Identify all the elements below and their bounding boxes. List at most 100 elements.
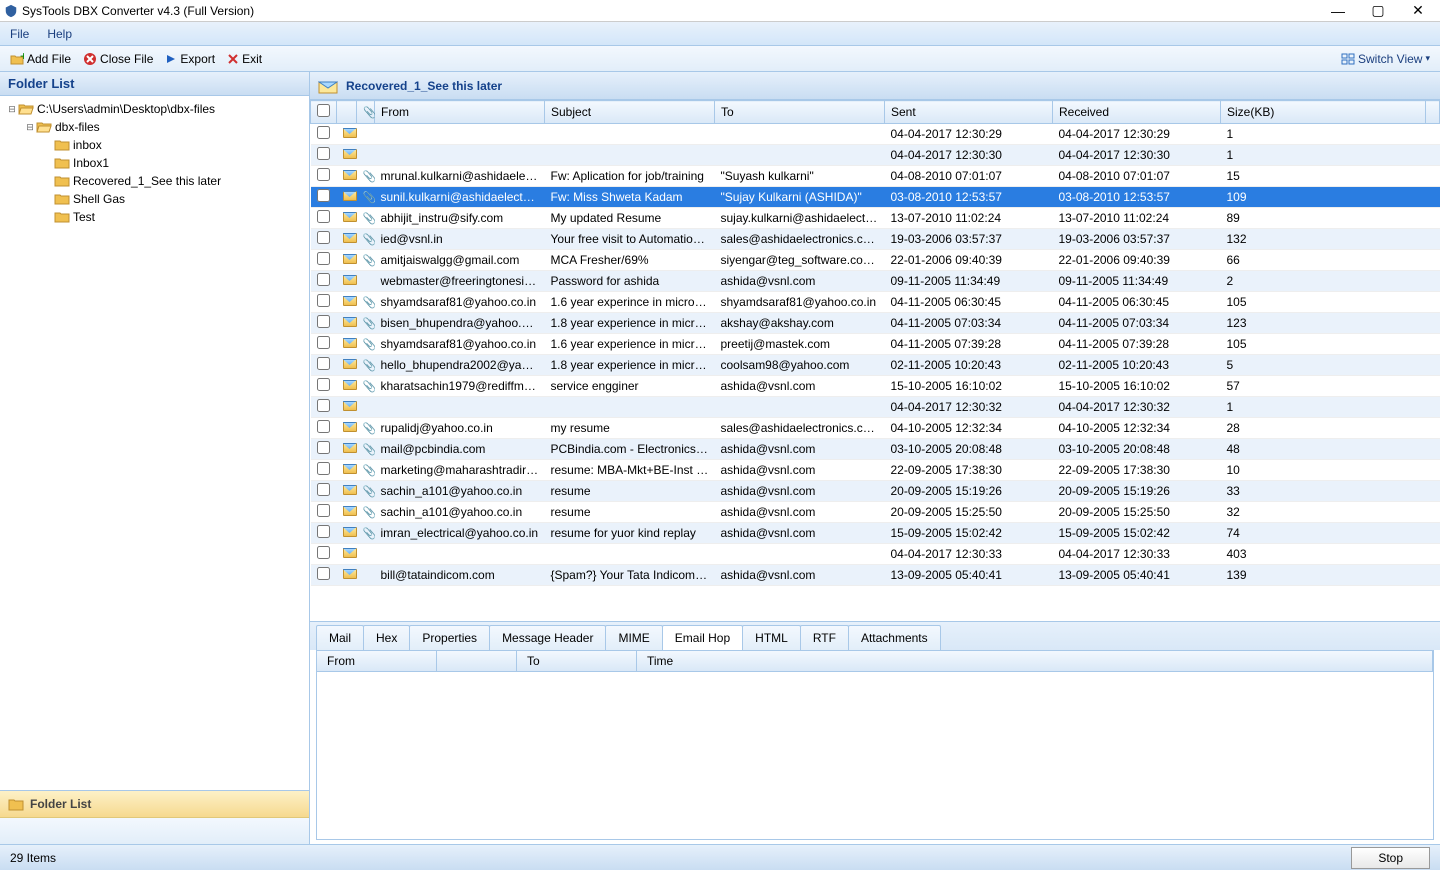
mail-row[interactable]: 04-04-2017 12:30:3304-04-2017 12:30:3340… [311,544,1440,565]
folder-list-nav-button[interactable]: Folder List [0,791,309,818]
col-header-subject[interactable]: Subject [545,101,715,124]
tree-node[interactable]: Recovered_1_See this later [6,172,303,190]
tab-rtf[interactable]: RTF [800,625,849,650]
row-checkbox[interactable] [317,420,330,433]
attachment-icon: 📎 [363,442,375,456]
col-header-received[interactable]: Received [1053,101,1221,124]
minimize-button[interactable]: — [1328,3,1348,19]
mail-row[interactable]: 📎shyamdsaraf81@yahoo.co.in1.6 year exper… [311,334,1440,355]
mail-row[interactable]: 📎amitjaiswalgg@gmail.comMCA Fresher/69%s… [311,250,1440,271]
sidebar-collapse-strip[interactable] [0,818,309,844]
tree-node[interactable]: ⊟dbx-files [6,118,303,136]
tab-hex[interactable]: Hex [363,625,410,650]
row-checkbox[interactable] [317,462,330,475]
mail-row[interactable]: 04-04-2017 12:30:3004-04-2017 12:30:301 [311,145,1440,166]
tab-attachments[interactable]: Attachments [848,625,941,650]
row-checkbox[interactable] [317,504,330,517]
close-file-button[interactable]: Close File [79,50,157,68]
add-file-button[interactable]: + Add File [6,50,75,68]
tree-node[interactable]: inbox [6,136,303,154]
col-header-from[interactable]: From [375,101,545,124]
row-checkbox[interactable] [317,189,330,202]
row-checkbox[interactable] [317,147,330,160]
row-checkbox[interactable] [317,168,330,181]
preview-col-empty[interactable] [437,651,517,671]
tree-node[interactable]: Inbox1 [6,154,303,172]
row-checkbox[interactable] [317,483,330,496]
tab-mail[interactable]: Mail [316,625,364,650]
row-checkbox[interactable] [317,231,330,244]
tree-expander[interactable]: ⊟ [24,122,36,133]
row-checkbox[interactable] [317,546,330,559]
mail-row[interactable]: 04-04-2017 12:30:2904-04-2017 12:30:291 [311,124,1440,145]
tab-html[interactable]: HTML [742,625,801,650]
mail-row[interactable]: 📎rupalidj@yahoo.co.inmy resumesales@ashi… [311,418,1440,439]
grid-header-row: 📎 From Subject To Sent Received Size(KB) [311,101,1440,124]
maximize-button[interactable]: ▢ [1368,2,1388,19]
mail-row[interactable]: 📎sachin_a101@yahoo.co.inresumeashida@vsn… [311,502,1440,523]
tab-properties[interactable]: Properties [409,625,490,650]
mail-row[interactable]: 📎sunil.kulkarni@ashidaelectron...Fw: Mis… [311,187,1440,208]
row-checkbox[interactable] [317,399,330,412]
row-checkbox[interactable] [317,273,330,286]
menu-help[interactable]: Help [47,27,72,41]
select-all-checkbox[interactable] [317,104,330,117]
tree-node[interactable]: Test [6,208,303,226]
mail-row[interactable]: 📎imran_electrical@yahoo.co.inresume for … [311,523,1440,544]
close-file-label: Close File [100,52,153,66]
mail-row[interactable]: 📎hello_bhupendra2002@yahoo....1.8 year e… [311,355,1440,376]
tree-node[interactable]: ⊟C:\Users\admin\Desktop\dbx-files [6,100,303,118]
exit-button[interactable]: Exit [223,50,266,68]
row-checkbox[interactable] [317,441,330,454]
stop-button[interactable]: Stop [1351,847,1430,869]
close-button[interactable]: ✕ [1408,2,1428,19]
col-header-to[interactable]: To [715,101,885,124]
mail-row[interactable]: 📎ied@vsnl.inYour free visit to Automatio… [311,229,1440,250]
mail-row[interactable]: 📎sachin_a101@yahoo.co.inresumeashida@vsn… [311,481,1440,502]
row-checkbox[interactable] [317,294,330,307]
export-button[interactable]: Export [161,50,219,68]
mail-row[interactable]: bill@tataindicom.com{Spam?} Your Tata In… [311,565,1440,586]
mail-grid-scroll[interactable]: 📎 From Subject To Sent Received Size(KB)… [310,100,1440,621]
switch-view-button[interactable]: Switch View ▾ [1337,50,1434,68]
mail-icon [343,317,357,327]
col-header-sent[interactable]: Sent [885,101,1053,124]
row-checkbox[interactable] [317,567,330,580]
cell-subject: My updated Resume [545,208,715,229]
mail-row[interactable]: 04-04-2017 12:30:3204-04-2017 12:30:321 [311,397,1440,418]
mail-row[interactable]: 📎abhijit_instru@sify.comMy updated Resum… [311,208,1440,229]
tab-message-header[interactable]: Message Header [489,625,606,650]
mail-row[interactable]: webmaster@freeringtonesindi...Password f… [311,271,1440,292]
preview-col-from[interactable]: From [317,651,437,671]
mail-row[interactable]: 📎bisen_bhupendra@yahoo.co.in1.8 year exp… [311,313,1440,334]
tree-node[interactable]: Shell Gas [6,190,303,208]
tree-expander[interactable]: ⊟ [6,104,18,115]
cell-to: siyengar@teg_software.com, b... [715,250,885,271]
cell-received: 04-04-2017 12:30:33 [1053,544,1221,565]
col-header-checkbox[interactable] [311,101,337,124]
tab-mime[interactable]: MIME [605,625,662,650]
menu-file[interactable]: File [10,27,29,41]
mail-row[interactable]: 📎shyamdsaraf81@yahoo.co.in1.6 year exper… [311,292,1440,313]
preview-col-to[interactable]: To [517,651,637,671]
row-checkbox[interactable] [317,336,330,349]
row-checkbox[interactable] [317,525,330,538]
row-checkbox[interactable] [317,126,330,139]
row-checkbox[interactable] [317,210,330,223]
row-checkbox[interactable] [317,357,330,370]
mail-row[interactable]: 📎mail@pcbindia.comPCBindia.com - Electro… [311,439,1440,460]
col-header-size[interactable]: Size(KB) [1221,101,1426,124]
col-header-icon[interactable] [337,101,357,124]
row-checkbox[interactable] [317,315,330,328]
mail-icon [343,548,357,558]
mail-row[interactable]: 📎kharatsachin1979@rediffmail....service … [311,376,1440,397]
mail-row[interactable]: 📎mrunal.kulkarni@ashidaelectr...Fw: Apli… [311,166,1440,187]
row-checkbox[interactable] [317,378,330,391]
preview-col-time[interactable]: Time [637,651,1433,671]
col-header-attachment[interactable]: 📎 [357,101,375,124]
cell-from: kharatsachin1979@rediffmail.... [375,376,545,397]
row-checkbox[interactable] [317,252,330,265]
tab-email-hop[interactable]: Email Hop [662,625,743,650]
cell-from: imran_electrical@yahoo.co.in [375,523,545,544]
mail-row[interactable]: 📎marketing@maharashtradirect...resume: M… [311,460,1440,481]
